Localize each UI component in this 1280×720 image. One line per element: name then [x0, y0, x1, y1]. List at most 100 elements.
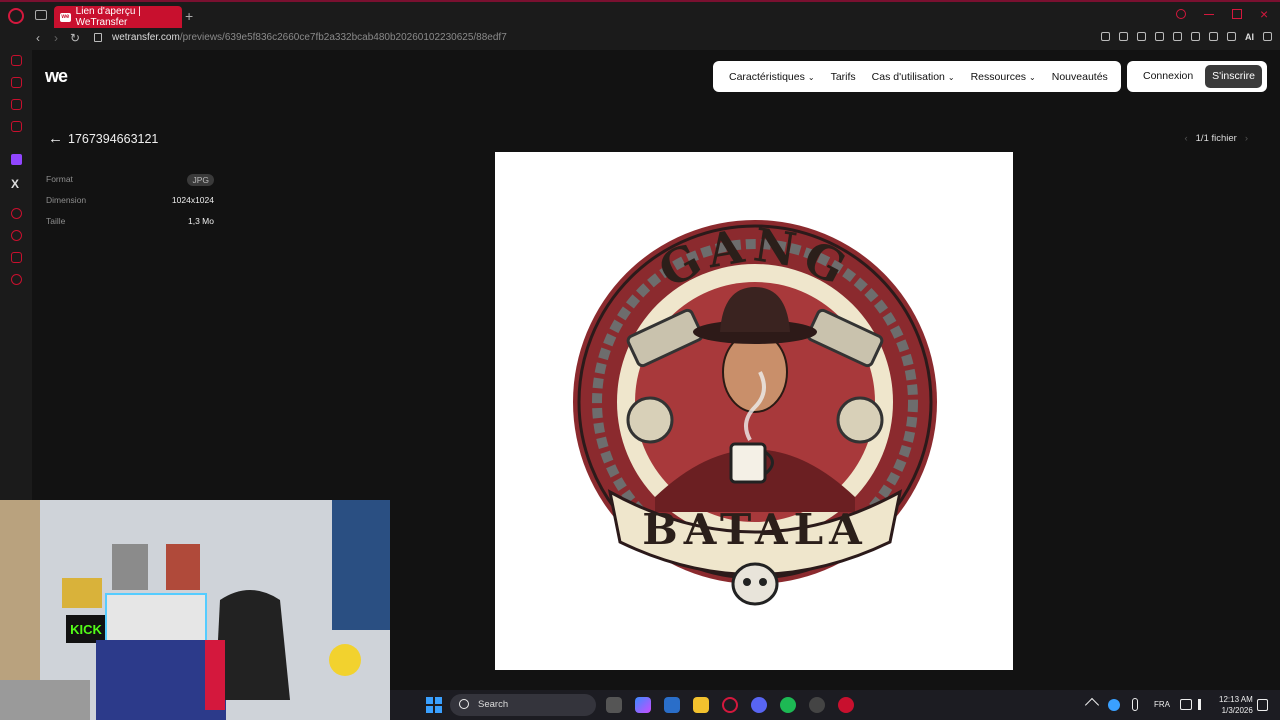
search-icon — [459, 699, 469, 709]
nav-label: Caractéristiques — [729, 70, 805, 83]
clock-time: 12:13 AM — [1219, 695, 1253, 704]
forward-nav-icon[interactable]: › — [54, 31, 58, 45]
skull-eye — [743, 578, 751, 586]
taskbar-clock[interactable]: 12:13 AM 1/3/2026 — [1219, 694, 1253, 716]
wallet-icon[interactable] — [1209, 32, 1218, 41]
opera-menu-icon[interactable] — [8, 8, 24, 24]
window — [332, 500, 390, 630]
active-tab[interactable]: we Lien d'aperçu | WeTransfer — [54, 6, 182, 28]
sidebar-player-icon[interactable] — [11, 208, 22, 219]
volume-icon[interactable] — [1198, 699, 1210, 710]
opera-gx-icon[interactable] — [722, 697, 738, 713]
spotify-icon[interactable] — [780, 697, 796, 713]
next-file-icon[interactable]: › — [1245, 133, 1248, 144]
file-title: 1767394663121 — [68, 132, 159, 146]
nav-pricing[interactable]: Tarifs — [831, 71, 856, 83]
gang-batala-emblem-image: GANG BATALA — [573, 217, 937, 606]
file-explorer-icon[interactable] — [693, 697, 709, 713]
sidebar-workspace-icon[interactable] — [11, 77, 22, 88]
url-field[interactable]: wetransfer.com/previews/639e5f836c2660ce… — [112, 32, 507, 43]
auth-controls: Connexion S'inscrire — [1127, 61, 1267, 92]
translate-icon[interactable] — [1155, 32, 1164, 41]
nav-resources[interactable]: Ressources ⌄ — [971, 71, 1036, 83]
discord-icon[interactable] — [751, 697, 767, 713]
url-host: wetransfer.com — [112, 32, 180, 43]
taskbar-search[interactable]: Search — [450, 694, 596, 716]
sidebar-aria-icon[interactable] — [11, 55, 22, 66]
tray-chevron-up-icon[interactable] — [1084, 697, 1100, 713]
wall-poster — [166, 544, 200, 590]
taskbar-search-label: Search — [478, 699, 509, 710]
nav-use-cases[interactable]: Cas d'utilisation ⌄ — [872, 71, 955, 83]
nav-label: Nouveautés — [1051, 70, 1108, 83]
wetransfer-logo[interactable]: we — [45, 66, 68, 87]
login-button[interactable]: Connexion — [1143, 70, 1193, 82]
pikachu-plush — [329, 644, 361, 676]
window-controls: × — [1176, 7, 1270, 21]
coffee-cup — [729, 442, 767, 484]
new-tab-button[interactable]: + — [185, 8, 193, 24]
heart-icon[interactable] — [1191, 32, 1200, 41]
snapshot-icon[interactable] — [1119, 32, 1128, 41]
nav-features[interactable]: Caractéristiques ⌄ — [729, 71, 815, 83]
nav-label: Ressources — [970, 70, 1027, 83]
app-icon[interactable] — [838, 697, 854, 713]
nav-label: Tarifs — [830, 70, 856, 83]
obs-icon[interactable] — [809, 697, 825, 713]
webcam-scene: KICK — [0, 500, 390, 720]
maximize-button[interactable] — [1232, 9, 1242, 19]
menu-icon[interactable] — [1263, 32, 1272, 41]
wall-poster — [62, 578, 102, 608]
meta-key: Format — [46, 174, 73, 184]
play-icon[interactable] — [1173, 32, 1182, 41]
emblem-bottom-text: BATALA — [642, 505, 867, 554]
url-path: /previews/639e5f836c2660ce7fb2a332bcab48… — [179, 32, 507, 43]
lock-icon[interactable] — [94, 33, 102, 42]
microphone-icon[interactable] — [1132, 698, 1138, 711]
pin-icon[interactable] — [1101, 32, 1110, 41]
tab-switcher-icon[interactable] — [35, 10, 47, 20]
copilot-icon[interactable] — [635, 697, 651, 713]
language-indicator[interactable]: FRA — [1154, 700, 1170, 709]
onedrive-icon[interactable] — [1108, 699, 1120, 711]
sidebar-messenger-icon[interactable] — [11, 99, 22, 110]
back-arrow-icon[interactable]: ← — [48, 130, 63, 147]
meta-value: 1,3 Mo — [188, 216, 214, 226]
notification-icon[interactable] — [1257, 699, 1268, 711]
store-icon[interactable] — [664, 697, 680, 713]
minimize-button[interactable] — [1204, 9, 1214, 15]
kick-sign-text: KICK — [70, 622, 102, 637]
meta-row-dimension: Dimension 1024x1024 — [46, 195, 214, 209]
sidebar-settings-icon[interactable] — [11, 274, 22, 285]
sidebar-extensions-icon[interactable] — [11, 252, 22, 263]
close-window-button[interactable]: × — [1260, 7, 1270, 21]
prev-file-icon[interactable]: ‹ — [1184, 133, 1187, 144]
wetransfer-favicon-icon: we — [60, 12, 71, 22]
meta-row-format: Format JPG — [46, 174, 214, 188]
image-preview[interactable]: GANG BATALA — [495, 152, 1013, 670]
chair-side — [205, 640, 225, 710]
sidebar-gx-icon[interactable] — [11, 121, 22, 132]
reload-icon[interactable]: ↻ — [70, 31, 80, 45]
nav-whats-new[interactable]: Nouveautés — [1052, 71, 1108, 83]
windows-taskbar: Search FRA 12:13 AM 1/3/2026 — [390, 690, 1280, 720]
gaming-chair — [215, 590, 290, 700]
sidebar-history-icon[interactable] — [11, 230, 22, 241]
download-icon[interactable] — [1227, 32, 1236, 41]
tab-search-icon[interactable] — [1176, 9, 1186, 19]
pager-label: 1/1 fichier — [1195, 133, 1237, 144]
chevron-down-icon: ⌄ — [1029, 72, 1036, 82]
meta-row-size: Taille 1,3 Mo — [46, 216, 214, 230]
network-icon[interactable] — [1180, 699, 1192, 710]
back-nav-icon[interactable]: ‹ — [36, 31, 40, 45]
webcam-overlay: KICK — [0, 500, 390, 720]
vpn-icon[interactable] — [1137, 32, 1146, 41]
address-bar: ‹ › ↻ wetransfer.com/previews/639e5f836c… — [0, 28, 1280, 50]
windows-start-icon[interactable] — [426, 697, 442, 713]
task-view-icon[interactable] — [606, 697, 622, 713]
sidebar-x-icon[interactable]: X — [11, 177, 19, 191]
ai-button[interactable]: AI — [1245, 32, 1254, 42]
sidebar-twitch-icon[interactable] — [11, 154, 22, 165]
gear-icon — [836, 396, 884, 444]
signup-button[interactable]: S'inscrire — [1205, 65, 1262, 88]
